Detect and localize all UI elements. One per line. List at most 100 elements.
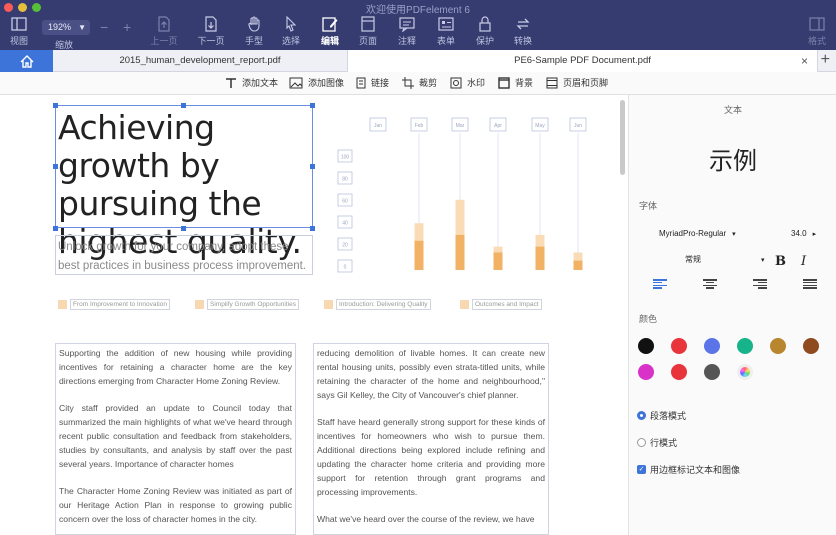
font-size-select[interactable]: 34.0 ▸ bbox=[791, 229, 816, 238]
page-tool-button[interactable]: 页面 bbox=[355, 14, 381, 47]
x-category-label: Apr bbox=[494, 123, 502, 129]
category-icon bbox=[58, 300, 67, 309]
category-icon bbox=[324, 300, 333, 309]
font-preview: 示例 bbox=[709, 148, 757, 175]
tab-sample-document[interactable]: PE6-Sample PDF Document.pdf bbox=[348, 50, 818, 72]
align-justify-icon[interactable] bbox=[803, 279, 817, 289]
category-label: Simplify Growth Opportunities bbox=[207, 299, 299, 310]
color-label: 颜色 bbox=[639, 314, 658, 324]
add-text-button[interactable]: 添加文本 bbox=[225, 76, 278, 89]
form-tool-button[interactable]: 表单 bbox=[433, 14, 459, 47]
x-category-label: Feb bbox=[415, 123, 424, 129]
select-tool-button[interactable]: 选择 bbox=[278, 14, 304, 47]
color-swatch[interactable] bbox=[638, 338, 654, 354]
bold-button[interactable]: B bbox=[775, 254, 786, 269]
text-column-left[interactable]: Supporting the addition of new housing w… bbox=[55, 343, 296, 535]
crop-button[interactable]: 裁剪 bbox=[402, 76, 437, 89]
home-tab[interactable] bbox=[0, 50, 53, 72]
add-tab-icon[interactable]: + bbox=[821, 51, 830, 69]
sidebar-icon bbox=[6, 14, 32, 34]
zoom-out-button[interactable]: − bbox=[100, 19, 108, 35]
font-family-select[interactable]: MyriadPro-Regular ▾ bbox=[659, 229, 736, 238]
zoom-in-button[interactable]: + bbox=[123, 19, 131, 35]
color-swatch[interactable] bbox=[737, 338, 753, 354]
link-icon bbox=[356, 77, 366, 88]
bar-dark bbox=[535, 246, 545, 270]
align-left-icon[interactable] bbox=[653, 279, 667, 289]
x-category-label: Jun bbox=[574, 123, 582, 129]
y-tick-label: 40 bbox=[342, 221, 348, 227]
y-tick-label: 20 bbox=[342, 243, 348, 249]
close-tab-icon[interactable]: × bbox=[801, 54, 808, 68]
color-swatch[interactable] bbox=[704, 364, 720, 380]
bar-chart[interactable]: 100 80 60 40 20 0 Jan Feb Mar Apr May Jun bbox=[330, 113, 620, 273]
background-button[interactable]: 背景 bbox=[498, 76, 533, 89]
add-text-label: 添加文本 bbox=[242, 78, 279, 88]
box-option-checkbox[interactable]: ✓ 用边框标记文本和图像 bbox=[637, 463, 740, 476]
header-footer-icon bbox=[546, 77, 558, 88]
subhead[interactable]: Unlock growth for your company, adopt th… bbox=[58, 238, 313, 276]
page-tool-label: 页面 bbox=[358, 36, 377, 46]
header-footer-button[interactable]: 页眉和页脚 bbox=[546, 76, 608, 89]
tab-human-development-report[interactable]: 2015_human_development_report.pdf bbox=[53, 50, 348, 72]
add-image-button[interactable]: 添加图像 bbox=[289, 76, 344, 89]
resize-handle[interactable] bbox=[310, 103, 315, 108]
vertical-scrollbar[interactable] bbox=[620, 100, 625, 175]
category-item[interactable]: Simplify Growth Opportunities bbox=[195, 299, 299, 310]
color-swatch[interactable] bbox=[638, 364, 654, 380]
italic-button[interactable]: I bbox=[801, 254, 806, 269]
x-category-label: Mar bbox=[456, 123, 465, 129]
bar-dark bbox=[414, 240, 424, 270]
hand-tool-button[interactable]: 手型 bbox=[241, 14, 267, 47]
font-style-select[interactable]: 常规 ▾ bbox=[685, 254, 765, 265]
paragraph: What we've heard over the course of the … bbox=[317, 514, 535, 524]
align-right-icon[interactable] bbox=[753, 279, 767, 289]
chevron-down-icon: ▾ bbox=[732, 231, 736, 238]
line-mode-radio[interactable]: 行模式 bbox=[637, 436, 677, 449]
title-toolbar: 欢迎使用PDFelement 6 视图 192% ▼ 缩放 − + 上一页 下一… bbox=[0, 0, 836, 50]
edit-toolbar: 添加文本 添加图像 链接 裁剪 水印 背景 页眉和页脚 bbox=[0, 72, 836, 95]
color-swatch[interactable] bbox=[671, 338, 687, 354]
background-label: 背景 bbox=[515, 78, 534, 88]
watermark-button[interactable]: 水印 bbox=[450, 76, 485, 89]
page-down-icon bbox=[195, 14, 227, 34]
radio-selected-icon bbox=[637, 411, 646, 420]
page-icon bbox=[355, 14, 381, 34]
document-page[interactable]: Achieving growth by pursuing the highest… bbox=[0, 95, 628, 535]
next-page-button[interactable]: 下一页 bbox=[195, 14, 227, 47]
color-swatch[interactable] bbox=[803, 338, 819, 354]
zoom-select[interactable]: 192% ▼ bbox=[42, 20, 90, 35]
paragraph: City staff provided an update to Council… bbox=[59, 403, 292, 469]
prev-page-button[interactable]: 上一页 bbox=[148, 14, 180, 47]
convert-tool-button[interactable]: 转换 bbox=[510, 14, 536, 47]
align-center-icon[interactable] bbox=[703, 279, 717, 289]
text-column-right[interactable]: reducing demolition of livable homes. It… bbox=[313, 343, 549, 535]
category-item[interactable]: Introduction: Delivering Quality bbox=[324, 299, 431, 310]
color-swatch[interactable] bbox=[671, 364, 687, 380]
panel-title: 文本 bbox=[723, 105, 742, 115]
category-label: Introduction: Delivering Quality bbox=[336, 299, 431, 310]
alignment-buttons bbox=[653, 279, 817, 289]
form-icon bbox=[433, 14, 459, 34]
checkmark-icon: ✓ bbox=[637, 465, 646, 474]
crop-icon bbox=[402, 76, 414, 89]
category-icon bbox=[195, 300, 204, 309]
category-item[interactable]: From Improvement to Innovation bbox=[58, 299, 170, 310]
category-item[interactable]: Outcomes and Impact bbox=[460, 299, 542, 310]
lock-icon bbox=[472, 14, 498, 34]
paragraph-mode-radio[interactable]: 段落模式 bbox=[637, 409, 686, 422]
protect-tool-button[interactable]: 保护 bbox=[472, 14, 498, 47]
color-swatch[interactable] bbox=[770, 338, 786, 354]
view-label: 视图 bbox=[9, 36, 28, 46]
next-page-label: 下一页 bbox=[197, 36, 225, 46]
view-button[interactable]: 视图 bbox=[6, 14, 32, 47]
edit-tool-button[interactable]: 编辑 bbox=[317, 14, 343, 47]
bar-dark bbox=[455, 234, 465, 270]
bar-dark bbox=[493, 252, 503, 270]
color-swatch[interactable] bbox=[704, 338, 720, 354]
format-panel-button[interactable]: 格式 bbox=[804, 14, 830, 47]
paragraph: reducing demolition of livable homes. It… bbox=[317, 348, 545, 400]
link-button[interactable]: 链接 bbox=[356, 76, 389, 89]
color-swatch[interactable] bbox=[737, 364, 753, 380]
comment-tool-button[interactable]: 注释 bbox=[394, 14, 420, 47]
